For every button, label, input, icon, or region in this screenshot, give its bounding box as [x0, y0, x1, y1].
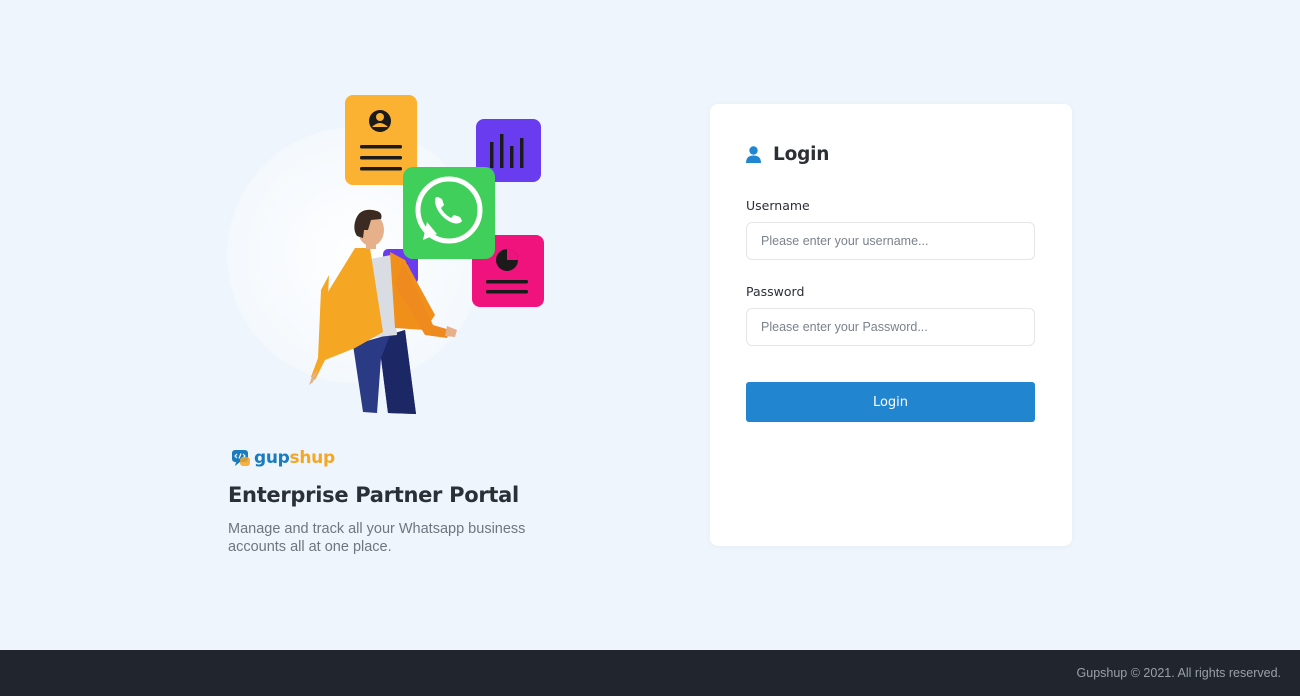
portal-description: Manage and track all your Whatsapp busin… — [228, 521, 526, 555]
login-card: Login Username Password Login — [710, 104, 1072, 546]
whatsapp-icon — [403, 167, 495, 259]
gupshup-logo: gupshup — [231, 448, 335, 468]
portal-title: Enterprise Partner Portal — [228, 483, 519, 507]
login-header: Login — [746, 144, 829, 165]
password-input[interactable] — [746, 308, 1035, 346]
login-title: Login — [773, 144, 830, 165]
hero-illustration — [227, 95, 544, 414]
brand-name-shup: shup — [289, 448, 336, 468]
footer: Gupshup © 2021. All rights reserved. — [0, 650, 1300, 696]
username-label: Username — [746, 198, 810, 213]
brand-name-gup: gup — [254, 448, 290, 468]
login-button[interactable]: Login — [746, 382, 1035, 422]
user-icon — [746, 146, 761, 163]
chat-code-icon — [232, 450, 250, 466]
username-input[interactable] — [746, 222, 1035, 260]
footer-copyright: Gupshup © 2021. All rights reserved. — [1076, 666, 1281, 680]
password-label: Password — [746, 284, 805, 299]
